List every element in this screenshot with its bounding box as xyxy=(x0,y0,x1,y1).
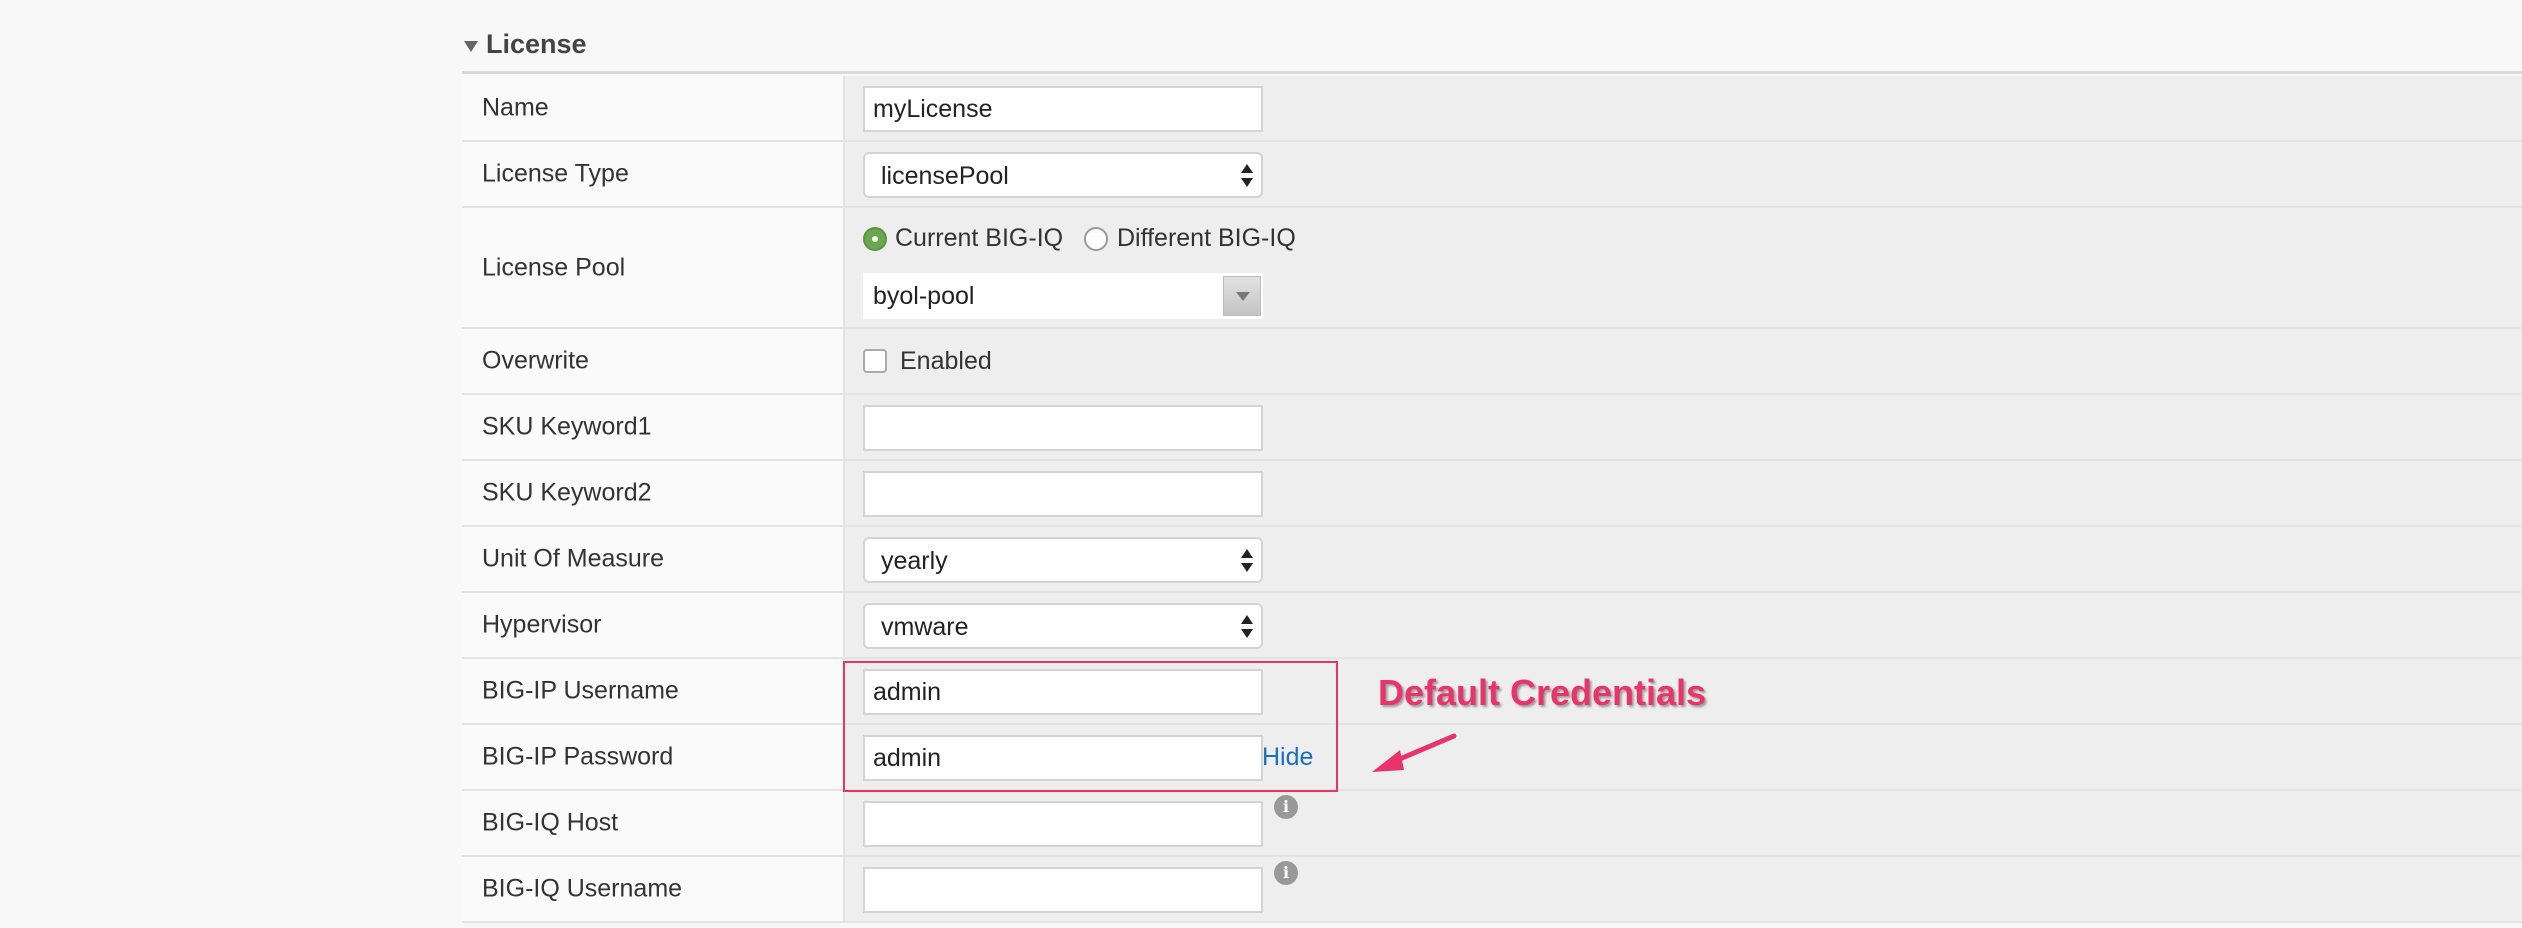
form-row-license-pool: License Pool Current BIG-IQ Different BI… xyxy=(462,208,2522,329)
license-type-label: License Type xyxy=(482,159,629,188)
section-title: License xyxy=(486,29,587,59)
collapse-caret-icon[interactable] xyxy=(464,41,478,52)
radio-different-bigiq-label[interactable]: Different BIG-IQ xyxy=(1117,224,1296,253)
form-row-sku-keyword2: SKU Keyword2 xyxy=(462,461,2522,527)
license-pool-combobox[interactable]: byol-pool xyxy=(863,273,1263,319)
sku-keyword2-label: SKU Keyword2 xyxy=(482,478,652,507)
bigip-username-input[interactable] xyxy=(863,669,1263,715)
radio-current-bigiq[interactable] xyxy=(863,227,887,251)
annotation-arrow-icon xyxy=(1372,733,1457,772)
form-row-hypervisor: Hypervisor vmware xyxy=(462,593,2522,659)
unit-of-measure-label: Unit Of Measure xyxy=(482,544,665,573)
license-pool-label: License Pool xyxy=(482,253,626,281)
radio-current-bigiq-label[interactable]: Current BIG-IQ xyxy=(895,224,1063,253)
info-icon[interactable]: i xyxy=(1274,795,1298,819)
form-row-bigiq-host: BIG-IQ Host i xyxy=(462,791,2522,857)
hypervisor-select[interactable]: vmware xyxy=(863,603,1263,649)
form-row-sku-keyword1: SKU Keyword1 xyxy=(462,395,2522,461)
select-arrows-icon xyxy=(1241,549,1253,573)
license-type-select[interactable]: licensePool xyxy=(863,152,1263,198)
bigip-username-label: BIG-IP Username xyxy=(482,676,679,705)
hypervisor-label: Hypervisor xyxy=(482,610,602,639)
license-section-header[interactable]: License xyxy=(462,22,2522,74)
overwrite-checkbox-label[interactable]: Enabled xyxy=(900,347,992,376)
select-arrows-icon xyxy=(1241,615,1253,639)
hide-password-link[interactable]: Hide xyxy=(1262,743,1313,772)
bigiq-username-label: BIG-IQ Username xyxy=(482,874,683,903)
form-row-license-type: License Type licensePool xyxy=(462,142,2522,208)
name-input[interactable] xyxy=(863,86,1263,132)
form-row-bigip-password: BIG-IP Password Hide xyxy=(462,725,2522,791)
license-pool-radio-group: Current BIG-IQ Different BIG-IQ xyxy=(863,224,1463,254)
overwrite-checkbox[interactable] xyxy=(863,349,887,373)
sku-keyword2-input[interactable] xyxy=(863,471,1263,517)
license-form-page: License Name License Type licensePool Li… xyxy=(0,0,2522,928)
sku-keyword1-label: SKU Keyword1 xyxy=(482,412,652,441)
form-row-overwrite: Overwrite Enabled xyxy=(462,329,2522,395)
name-label: Name xyxy=(482,93,549,122)
bigiq-host-label: BIG-IQ Host xyxy=(482,808,619,837)
radio-different-bigiq[interactable] xyxy=(1084,227,1108,251)
chevron-down-icon[interactable] xyxy=(1223,276,1261,316)
form-row-unit-of-measure: Unit Of Measure yearly xyxy=(462,527,2522,593)
unit-of-measure-select[interactable]: yearly xyxy=(863,537,1263,583)
info-icon[interactable]: i xyxy=(1274,861,1298,885)
bigip-password-input[interactable] xyxy=(863,735,1263,781)
form-row-bigiq-username: BIG-IQ Username i xyxy=(462,857,2522,923)
unit-of-measure-value: yearly xyxy=(881,547,948,575)
select-arrows-icon xyxy=(1241,164,1253,188)
form-row-name: Name xyxy=(462,76,2522,142)
annotation-label: Default Credentials xyxy=(1378,672,1707,713)
bigiq-host-input[interactable] xyxy=(863,801,1263,847)
bigiq-username-input[interactable] xyxy=(863,867,1263,913)
license-pool-value: byol-pool xyxy=(873,282,975,310)
bigip-password-label: BIG-IP Password xyxy=(482,742,674,771)
license-type-value: licensePool xyxy=(881,162,1009,190)
sku-keyword1-input[interactable] xyxy=(863,405,1263,451)
license-form: Name License Type licensePool License Po… xyxy=(462,76,2522,923)
overwrite-label: Overwrite xyxy=(482,346,589,375)
hypervisor-value: vmware xyxy=(881,613,969,641)
